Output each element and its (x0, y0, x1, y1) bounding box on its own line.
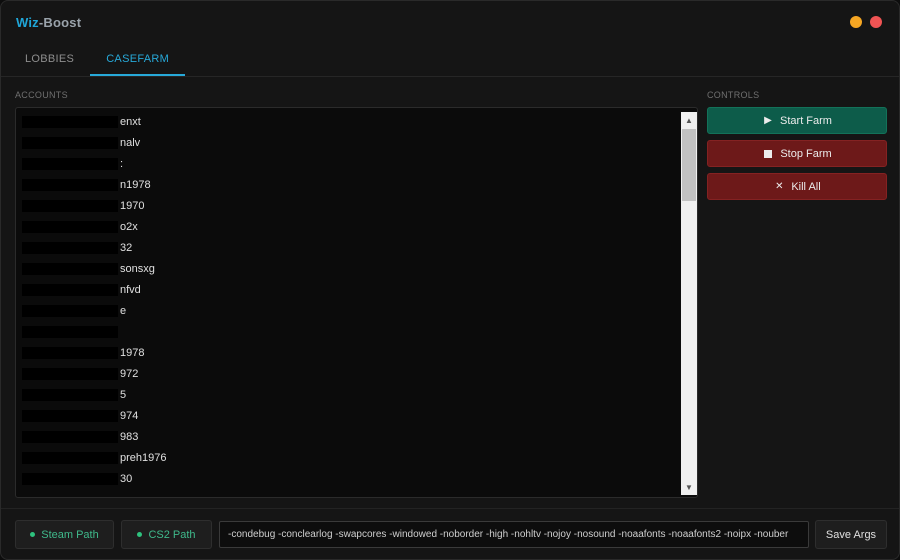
scroll-up-icon[interactable]: ▲ (681, 112, 697, 128)
account-name: 983 (120, 431, 139, 443)
account-name: 5 (120, 389, 127, 401)
start-farm-label: Start Farm (780, 114, 832, 127)
save-args-button[interactable]: Save Args (815, 520, 887, 549)
account-list-item[interactable]: 1978 (16, 343, 680, 364)
account-list-item[interactable]: 972 (16, 364, 680, 385)
account-name: nfvd (120, 284, 141, 296)
account-name: 1978 (120, 347, 145, 359)
account-list-item[interactable]: 30 (16, 469, 680, 490)
redaction-mask (22, 368, 118, 381)
accounts-list-box[interactable]: enxt nalv: n1978 1970 o2x 32 sonsxg nfvd e 1978 97… (15, 107, 698, 498)
account-list-item[interactable]: n1978 (16, 175, 680, 196)
app-title-part2: -Boost (38, 15, 82, 30)
app-title-part1: Wiz (16, 15, 39, 30)
stop-farm-button[interactable]: Stop Farm (707, 140, 887, 167)
stop-farm-label: Stop Farm (780, 147, 832, 160)
accounts-section-label: ACCOUNTS (15, 90, 68, 100)
redaction-mask (22, 326, 118, 339)
account-name: 32 (120, 242, 133, 254)
account-list-item[interactable]: nalv (16, 133, 680, 154)
account-name: 972 (120, 368, 139, 380)
kill-all-button[interactable]: ✕ Kill All (707, 173, 887, 200)
account-list-item[interactable]: : (16, 154, 680, 175)
controls-section-label: CONTROLS (707, 90, 760, 100)
redaction-mask (22, 452, 118, 465)
account-name: 1970 (120, 200, 145, 212)
redaction-mask (22, 116, 118, 129)
tab-lobbies[interactable]: LOBBIES (9, 44, 90, 76)
scroll-down-icon[interactable]: ▼ (681, 479, 697, 495)
minimize-button[interactable] (850, 16, 862, 28)
redaction-mask (22, 158, 118, 171)
account-list-item[interactable]: 983 (16, 427, 680, 448)
close-window-button[interactable] (870, 16, 882, 28)
account-name: e (120, 305, 127, 317)
redaction-mask (22, 305, 118, 318)
redaction-mask (22, 284, 118, 297)
app-window: Wiz-Boost LOBBIES CASEFARM ACCOUNTS CONT… (0, 0, 900, 560)
account-name: enxt (120, 116, 141, 128)
account-list-item[interactable]: 32 (16, 238, 680, 259)
launch-args-input[interactable] (219, 521, 809, 548)
redaction-mask (22, 263, 118, 276)
redaction-mask (22, 200, 118, 213)
bottom-divider (1, 508, 899, 509)
kill-all-label: Kill All (791, 180, 821, 193)
title-bar[interactable]: Wiz-Boost (1, 1, 899, 43)
account-name: sonsxg (120, 263, 155, 275)
cs2-path-button[interactable]: CS2 Path (121, 520, 212, 549)
redaction-mask (22, 473, 118, 486)
account-name: preh1976 (120, 452, 167, 464)
account-name: 30 (120, 473, 133, 485)
scroll-thumb[interactable] (682, 129, 696, 201)
steam-path-label: Steam Path (41, 528, 99, 541)
account-list-item[interactable]: 974 (16, 406, 680, 427)
redaction-mask (22, 221, 118, 234)
accounts-list: enxt nalv: n1978 1970 o2x 32 sonsxg nfvd e 1978 97… (16, 112, 680, 490)
redaction-mask (22, 137, 118, 150)
account-list-item[interactable] (16, 322, 680, 343)
account-list-item[interactable]: preh1976 (16, 448, 680, 469)
tab-casefarm[interactable]: CASEFARM (90, 44, 186, 76)
redaction-mask (22, 389, 118, 402)
steam-path-button[interactable]: Steam Path (15, 520, 114, 549)
account-list-item[interactable]: enxt (16, 112, 680, 133)
cs2-path-label: CS2 Path (148, 528, 196, 541)
close-icon: ✕ (775, 181, 784, 192)
tab-divider (1, 76, 899, 77)
app-title: Wiz-Boost (16, 15, 81, 30)
account-name: n1978 (120, 179, 151, 191)
redaction-mask (22, 179, 118, 192)
accounts-scrollbar[interactable]: ▲ ▼ (681, 112, 697, 495)
tab-bar: LOBBIES CASEFARM (9, 44, 186, 76)
account-name: o2x (120, 221, 138, 233)
status-dot-icon (137, 532, 143, 537)
account-name: 974 (120, 410, 139, 422)
account-list-item[interactable]: e (16, 301, 680, 322)
account-list-item[interactable]: 5 (16, 385, 680, 406)
account-list-item[interactable]: sonsxg (16, 259, 680, 280)
account-name: : (120, 158, 124, 170)
account-list-item[interactable]: 1970 (16, 196, 680, 217)
redaction-mask (22, 242, 118, 255)
account-name: nalv (120, 137, 141, 149)
redaction-mask (22, 410, 118, 423)
status-dot-icon (30, 532, 36, 537)
redaction-mask (22, 347, 118, 360)
redaction-mask (22, 431, 118, 444)
stop-icon (762, 149, 774, 158)
play-icon: ▶ (764, 115, 772, 126)
account-list-item[interactable]: nfvd (16, 280, 680, 301)
account-list-item[interactable]: o2x (16, 217, 680, 238)
start-farm-button[interactable]: ▶ Start Farm (707, 107, 887, 134)
